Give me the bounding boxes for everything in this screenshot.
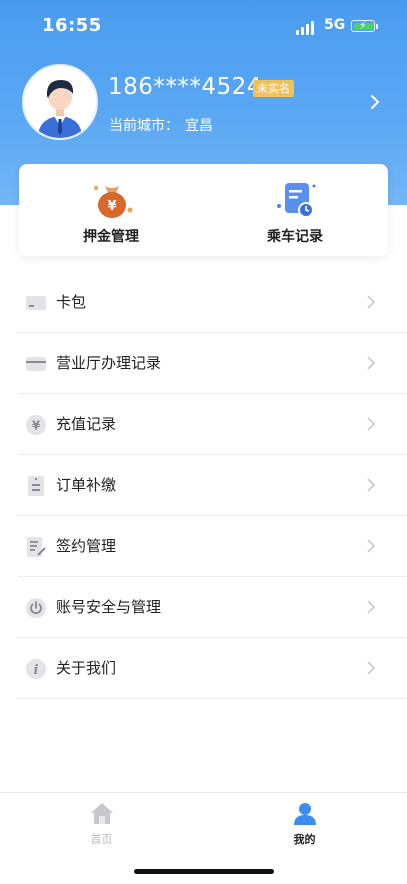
menu-item-card-wallet[interactable]: 卡包: [18, 272, 407, 333]
menu-item-recharge-records[interactable]: ¥ 充值记录: [18, 394, 407, 455]
ride-records-button[interactable]: 乘车记录: [203, 164, 387, 256]
quick-actions-card: ¥ 押金管理 乘车记录: [19, 164, 388, 256]
home-indicator[interactable]: [134, 869, 274, 874]
deposit-management-button[interactable]: ¥ 押金管理: [19, 164, 203, 256]
card-icon: [26, 296, 46, 310]
ride-record-icon: [277, 183, 316, 218]
avatar[interactable]: [22, 64, 98, 140]
menu-item-about-us[interactable]: i 关于我们: [18, 638, 407, 699]
menu-item-label: 账号安全与管理: [56, 598, 162, 616]
tab-home[interactable]: 首页: [0, 793, 203, 863]
info-icon: i: [26, 659, 46, 679]
order-icon: [28, 476, 44, 496]
svg-text:i: i: [34, 663, 39, 678]
menu-item-label: 关于我们: [56, 659, 117, 677]
menu-item-account-security[interactable]: 账号安全与管理: [18, 577, 407, 638]
service-hall-icon: [26, 357, 46, 371]
unverified-badge[interactable]: 未实名: [253, 80, 294, 97]
tab-mine[interactable]: 我的: [203, 793, 406, 863]
signal-icon: [296, 21, 318, 35]
phone-number: 186****4524: [108, 74, 262, 100]
menu-item-label: 订单补缴: [56, 476, 117, 494]
profile-icon: [294, 803, 316, 825]
menu-item-contract-management[interactable]: 签约管理: [18, 516, 407, 577]
menu-item-label: 卡包: [56, 293, 87, 311]
menu-item-label: 营业厅办理记录: [56, 354, 162, 372]
chevron-right-icon: [367, 356, 376, 370]
tab-home-label: 首页: [90, 833, 113, 846]
chevron-right-icon[interactable]: [368, 93, 382, 111]
chevron-right-icon: [367, 661, 376, 675]
tab-mine-label: 我的: [293, 833, 316, 846]
menu-item-label: 签约管理: [56, 537, 117, 555]
power-icon: [26, 598, 46, 618]
menu-item-label: 充值记录: [56, 415, 117, 433]
chevron-right-icon: [367, 417, 376, 431]
yuan-icon: ¥: [26, 415, 46, 435]
chevron-right-icon: [367, 600, 376, 614]
city-label: 当前城市：: [109, 118, 179, 134]
svg-text:¥: ¥: [32, 419, 41, 433]
settings-menu: 卡包 营业厅办理记录 ¥ 充值记录 订单补缴 签约管理 账号安全与管理 i 关于…: [18, 272, 407, 699]
ride-records-label: 乘车记录: [267, 229, 323, 245]
sign-icon: [27, 537, 46, 557]
money-bag-icon: ¥: [94, 186, 133, 218]
svg-text:¥: ¥: [107, 199, 116, 214]
chevron-right-icon: [367, 478, 376, 492]
deposit-management-label: 押金管理: [83, 229, 139, 245]
chevron-right-icon: [367, 295, 376, 309]
user-avatar-icon: [38, 80, 82, 138]
home-icon: [91, 803, 113, 824]
menu-item-order-payment[interactable]: 订单补缴: [18, 455, 407, 516]
status-time: 16:55: [42, 15, 102, 36]
current-city: 当前城市： 宜昌: [109, 115, 213, 135]
network-type: 5G: [324, 17, 346, 33]
menu-item-service-hall-records[interactable]: 营业厅办理记录: [18, 333, 407, 394]
status-bar: 16:55 5G ⚡: [0, 0, 407, 54]
battery-icon: ⚡: [351, 19, 375, 32]
city-value: 宜昌: [185, 118, 213, 134]
chevron-right-icon: [367, 539, 376, 553]
